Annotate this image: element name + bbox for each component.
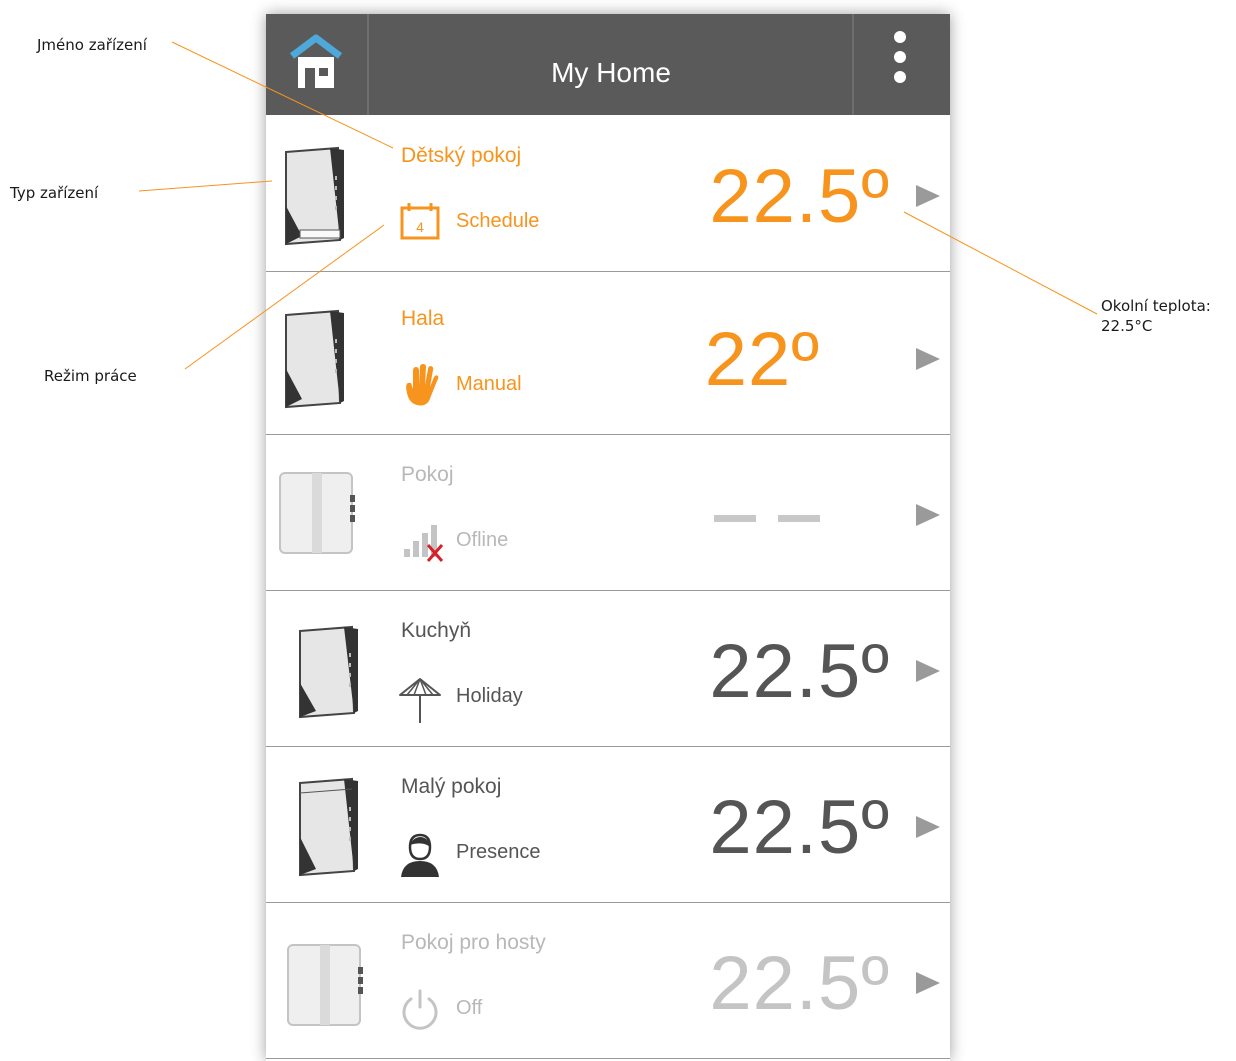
room-row-pokoj-pro-hosty[interactable]: Pokoj pro hosty Off 22.5º bbox=[266, 903, 950, 1059]
mode-label: Holiday bbox=[456, 685, 523, 707]
person-icon bbox=[401, 833, 439, 877]
annotation-ambient-temperature: Okolní teplota: 22.5°C bbox=[1101, 297, 1211, 335]
room-row-kuchyn[interactable]: Kuchyň Holiday 22.5º bbox=[266, 591, 950, 747]
thermostat-light-device-icon bbox=[279, 472, 355, 554]
room-temperature: 22.5º bbox=[709, 154, 890, 239]
chevron-right-icon[interactable] bbox=[916, 816, 940, 838]
room-row-pokoj[interactable]: Pokoj Ofline bbox=[266, 435, 950, 591]
annotation-device-name: Jméno zařízení bbox=[37, 36, 147, 54]
room-temperature: 22.5º bbox=[709, 941, 890, 1026]
mode-label: Manual bbox=[456, 373, 522, 395]
thermostat-dark-device-icon bbox=[285, 146, 344, 246]
home-icon bbox=[289, 34, 343, 88]
room-name: Kuchyň bbox=[401, 619, 472, 642]
signal-offline-icon bbox=[404, 525, 444, 562]
mode-label: Presence bbox=[456, 841, 541, 863]
chevron-right-icon[interactable] bbox=[916, 348, 940, 370]
chevron-right-icon[interactable] bbox=[916, 185, 940, 207]
room-row-detsky-pokoj[interactable]: Dětský pokoj 4 Schedule 22.5º bbox=[266, 116, 950, 272]
room-name: Pokoj pro hosty bbox=[401, 931, 546, 954]
room-row-hala[interactable]: Hala Manual 22º bbox=[266, 279, 950, 435]
room-name: Malý pokoj bbox=[401, 775, 502, 798]
top-bar: My Home bbox=[266, 14, 950, 115]
page-title: My Home bbox=[551, 57, 671, 88]
chevron-right-icon[interactable] bbox=[916, 660, 940, 682]
home-button[interactable] bbox=[266, 14, 368, 115]
room-temperature: 22.5º bbox=[709, 785, 890, 870]
thermostat-light-device-icon bbox=[287, 944, 363, 1026]
mode-label: Off bbox=[456, 997, 483, 1019]
phone-screen: My Home Dětský pokoj 4 Schedule 22.5º Ha… bbox=[266, 14, 950, 1061]
device-type-pointer bbox=[138, 180, 273, 192]
chevron-right-icon[interactable] bbox=[916, 504, 940, 526]
thermostat-dark-device-icon bbox=[299, 625, 358, 719]
room-name: Dětský pokoj bbox=[401, 144, 522, 167]
hand-icon bbox=[406, 364, 439, 406]
mode-label: Ofline bbox=[456, 529, 509, 551]
no-temperature-dash bbox=[714, 515, 756, 522]
annotation-work-mode: Režim práce bbox=[44, 367, 137, 385]
thermostat-dark-device-icon bbox=[299, 777, 358, 877]
room-name: Pokoj bbox=[401, 463, 454, 486]
room-row-maly-pokoj[interactable]: Malý pokoj Presence 22.5º bbox=[266, 747, 950, 903]
no-temperature-dash bbox=[778, 515, 820, 522]
overflow-menu-button[interactable] bbox=[854, 14, 950, 115]
kebab-menu-icon bbox=[894, 31, 906, 43]
room-temperature: 22.5º bbox=[709, 629, 890, 714]
power-icon bbox=[402, 989, 438, 1030]
mode-label: Schedule bbox=[456, 210, 540, 232]
room-name: Hala bbox=[401, 307, 445, 330]
annotation-device-type: Typ zařízení bbox=[10, 184, 99, 202]
room-temperature: 22º bbox=[704, 317, 820, 402]
chevron-right-icon[interactable] bbox=[916, 972, 940, 994]
calendar-icon: 4 bbox=[400, 203, 440, 240]
umbrella-icon bbox=[399, 678, 441, 723]
thermostat-dark-device-icon bbox=[285, 309, 344, 409]
calendar-day: 4 bbox=[416, 219, 424, 235]
